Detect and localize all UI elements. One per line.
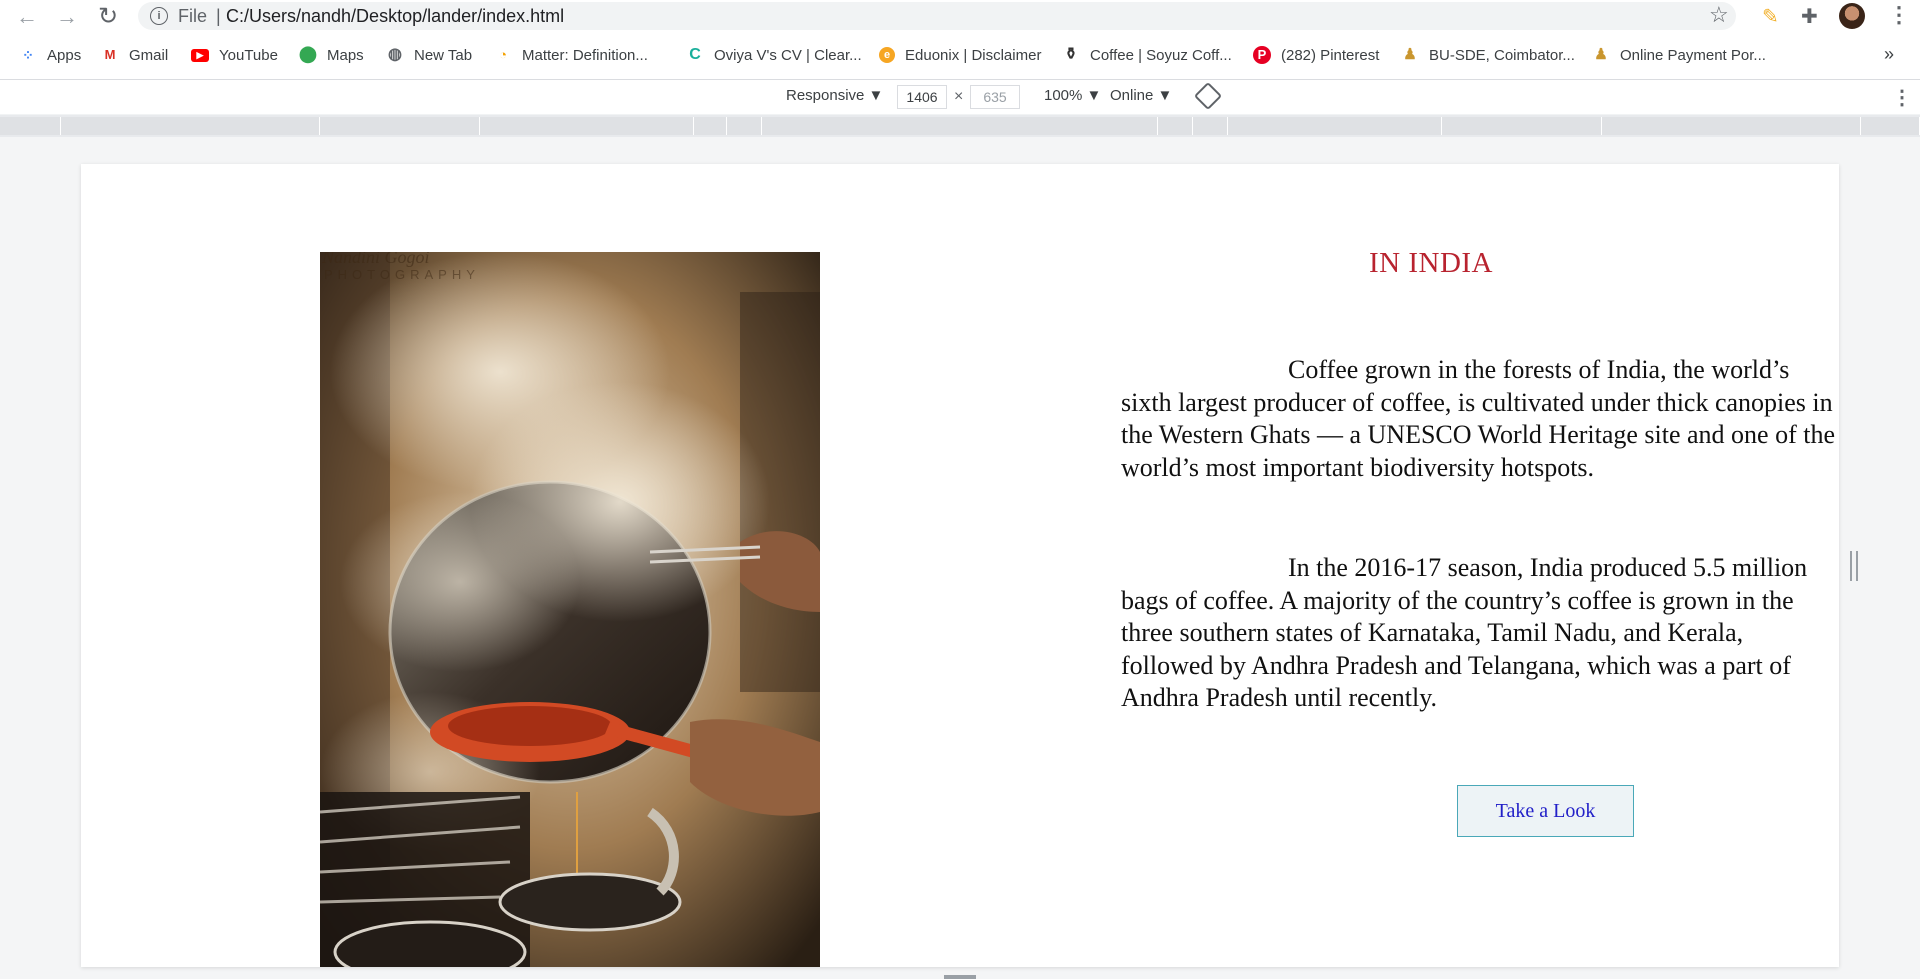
bookmark-label: BU-SDE, Coimbator... (1429, 46, 1575, 64)
chrome-menu-icon[interactable]: ⋮ (1888, 2, 1910, 28)
youtube-icon: ▶ (191, 48, 209, 62)
matter-icon: ◔ (499, 47, 507, 62)
take-a-look-button[interactable]: Take a Look (1457, 785, 1634, 837)
network-throttle-select[interactable]: Online ▼ (1110, 87, 1172, 104)
bookmark-youtube[interactable]: ▶ YouTube (191, 45, 278, 65)
bookmark-maps[interactable]: ⬤ Maps (299, 45, 364, 65)
bookmark-online-payment[interactable]: ♟ Online Payment Por... (1592, 45, 1766, 65)
bookmark-label: Maps (327, 46, 364, 64)
cv-icon: C (689, 46, 701, 63)
omnibox-separator: | (216, 6, 221, 26)
bookmarks-bar: ⁘ Apps M Gmail ▶ YouTube ⬤ Maps ◍ New Ta… (0, 40, 1920, 70)
paragraph-production: In the 2016-17 season, India produced 5.… (1121, 553, 1808, 712)
bookmark-matter[interactable]: ◔ Matter: Definition... (494, 45, 648, 65)
bookmark-label: New Tab (414, 46, 473, 64)
bookmark-coffee-soyuz[interactable]: ⚱ Coffee | Soyuz Coff... (1062, 45, 1232, 65)
person-icon: ♟ (1594, 46, 1608, 63)
media-query-ruler[interactable] (0, 115, 1920, 137)
coffee-icon: ⚱ (1064, 46, 1078, 63)
zoom-select[interactable]: 100% ▼ (1044, 87, 1101, 104)
info-icon[interactable]: i (150, 7, 168, 25)
globe-icon: ◍ (388, 46, 402, 63)
bookmark-new-tab[interactable]: ◍ New Tab (386, 45, 472, 65)
bookmark-bu-sde[interactable]: ♟ BU-SDE, Coimbator... (1401, 45, 1575, 65)
paragraph-forests: Coffee grown in the forests of India, th… (1121, 355, 1836, 482)
viewport-resize-handle-right[interactable] (1850, 551, 1858, 581)
bookmark-label: Coffee | Soyuz Coff... (1090, 46, 1232, 64)
pinterest-icon: P (1253, 46, 1271, 64)
bookmark-label: YouTube (219, 46, 278, 64)
forward-arrow-icon[interactable]: → (54, 4, 80, 30)
bookmark-label: Gmail (129, 46, 169, 64)
bookmark-label: (282) Pinterest (1281, 46, 1380, 64)
url-text[interactable]: C:/Users/nandh/Desktop/lander/index.html (226, 6, 564, 27)
watermark-photography: PHOTOGRAPHY (324, 267, 480, 282)
viewport-resize-handle-bottom[interactable] (944, 975, 976, 979)
bookmark-eduonix[interactable]: e Eduonix | Disclaimer (879, 45, 1041, 65)
back-arrow-icon[interactable]: ← (14, 4, 40, 30)
dimension-times: × (954, 88, 964, 105)
person-icon: ♟ (1403, 46, 1417, 63)
extension-pen-icon[interactable]: ✎ (1762, 4, 1779, 29)
apps-grid-icon: ⁘ (22, 47, 34, 63)
gmail-icon: M (104, 47, 116, 62)
bookmark-oviya-cv[interactable]: C Oviya V's CV | Clear... (686, 45, 862, 65)
bookmark-gmail[interactable]: M Gmail (101, 45, 169, 65)
bookmark-label: Apps (47, 46, 82, 64)
watermark-name: Nandini Gogoi (322, 252, 430, 267)
device-toolbar: Responsive ▼ 1406 × 635 100% ▼ Online ▼ … (0, 79, 1920, 114)
rotate-icon[interactable] (1193, 81, 1223, 111)
browser-chrome: ← → ↻ i File | C:/Users/nandh/Desktop/la… (0, 0, 1920, 114)
maps-pin-icon: ⬤ (299, 46, 317, 63)
bookmark-label: Online Payment Por... (1620, 46, 1766, 64)
device-toolbar-menu-icon[interactable]: ⋮ (1892, 85, 1912, 110)
address-bar-row: ← → ↻ i File | C:/Users/nandh/Desktop/la… (0, 0, 1920, 34)
section-heading: IN INDIA (1369, 247, 1493, 279)
bookmark-label: Eduonix | Disclaimer (905, 46, 1042, 64)
scheme-label: File (178, 6, 208, 26)
rendered-page: Nandini Gogoi PHOTOGRAPHY IN INDIA Coffe… (81, 164, 1839, 967)
bookmarks-overflow-icon[interactable]: » (1884, 44, 1894, 65)
viewport-width-input[interactable]: 1406 (897, 85, 947, 109)
reload-icon[interactable]: ↻ (95, 4, 121, 30)
eduonix-icon: e (879, 47, 895, 63)
bookmark-star-icon[interactable]: ☆ (1709, 2, 1729, 28)
bookmark-label: Oviya V's CV | Clear... (714, 46, 862, 64)
bookmark-label: Matter: Definition... (522, 46, 648, 64)
omnibox[interactable]: i File | C:/Users/nandh/Desktop/lander/i… (138, 2, 1736, 30)
extensions-puzzle-icon[interactable]: ✚ (1801, 4, 1818, 29)
profile-avatar[interactable] (1839, 3, 1865, 29)
viewport-height-input[interactable]: 635 (970, 85, 1020, 109)
bookmark-apps[interactable]: ⁘ Apps (19, 45, 81, 65)
coffee-photo-illustration (320, 252, 820, 967)
device-select[interactable]: Responsive ▼ (786, 87, 883, 104)
bookmark-pinterest[interactable]: P (282) Pinterest (1253, 45, 1379, 65)
coffee-filter-photo: Nandini Gogoi PHOTOGRAPHY (320, 252, 820, 967)
